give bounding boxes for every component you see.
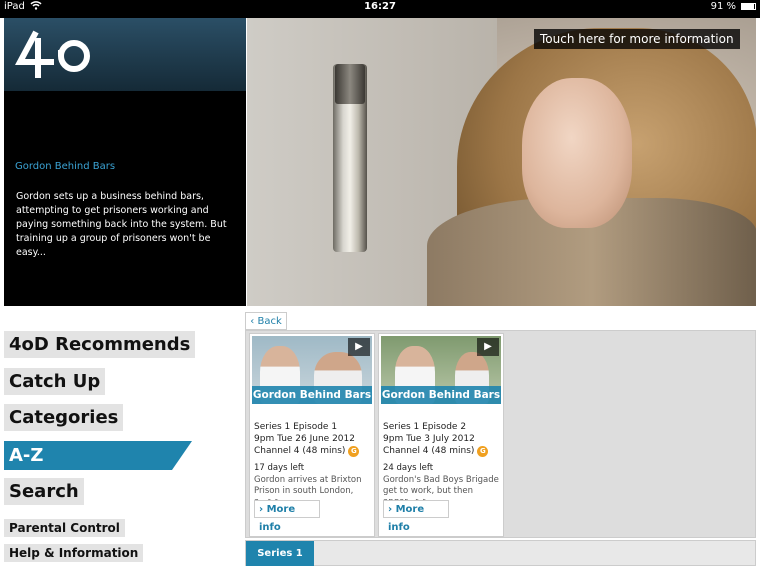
back-label: Back [257,316,282,327]
4od-logo-icon[interactable] [14,28,96,84]
tab-series-1[interactable]: Series 1 [246,541,314,566]
programme-title[interactable]: Gordon Behind Bars [15,161,115,172]
menu-catch-up[interactable]: Catch Up [4,368,106,395]
menu-4od-recommends[interactable]: 4oD Recommends [4,331,196,358]
more-info-button[interactable]: › More info [254,500,320,533]
back-button[interactable]: ‹ Back [245,312,287,330]
episode-thumbnail[interactable]: ▶ Gordon Behind Bars [252,336,372,404]
menu-parental-control[interactable]: Parental Control [4,519,125,537]
guidance-rating-icon: G [477,446,489,457]
episode-title: Series 1 Episode 1 [254,422,338,432]
episode-thumbnail[interactable]: ▶ Gordon Behind Bars [381,336,501,404]
battery-icon [741,3,756,10]
episode-band-title: Gordon Behind Bars [381,386,501,404]
programme-info-panel: Gordon Behind Bars Gordon sets up a busi… [4,18,246,306]
more-information-overlay[interactable]: Touch here for more information [534,29,740,49]
episode-band-title: Gordon Behind Bars [252,386,372,404]
clock: 16:27 [364,1,396,12]
play-icon[interactable]: ▶ [348,338,370,356]
hero-banner[interactable]: Touch here for more information [247,18,756,306]
active-menu-tail [172,441,192,470]
chevron-left-icon: ‹ [250,316,255,327]
episode-channel: Channel 4 (48 mins) G [254,446,360,457]
guidance-rating-icon: G [348,446,360,457]
menu-a-z-programmes[interactable]: A-Z Programmes [4,441,172,495]
programme-description: Gordon sets up a business behind bars, a… [16,191,227,258]
more-info-button[interactable]: › More info [383,500,449,533]
menu-categories[interactable]: Categories [4,404,124,431]
model-face-image [522,78,632,228]
channel-label: Channel 4 (48 mins) [383,446,475,456]
chevron-right-icon: › [388,504,396,515]
menu-help-information[interactable]: Help & Information [4,544,144,562]
episode-title: Series 1 Episode 2 [383,422,467,432]
battery-percent: 91 % [710,1,736,12]
status-bar: iPad 16:27 91 % [0,0,760,14]
days-left: 17 days left [254,463,305,473]
logo-header [4,18,246,91]
episode-card[interactable]: ▶ Gordon Behind Bars Series 1 Episode 1 … [249,333,375,537]
chevron-right-icon: › [259,504,267,515]
channel-label: Channel 4 (48 mins) [254,446,346,456]
episode-date: 9pm Tue 3 July 2012 [383,434,475,444]
play-icon[interactable]: ▶ [477,338,499,356]
episode-channel: Channel 4 (48 mins) G [383,446,489,457]
series-tab-bar: Series 1 [245,540,756,566]
episode-card[interactable]: ▶ Gordon Behind Bars Series 1 Episode 2 … [378,333,504,537]
days-left: 24 days left [383,463,434,473]
perfume-cap-image [335,64,365,104]
menu-search[interactable]: Search [4,478,84,505]
episode-date: 9pm Tue 26 June 2012 [254,434,355,444]
